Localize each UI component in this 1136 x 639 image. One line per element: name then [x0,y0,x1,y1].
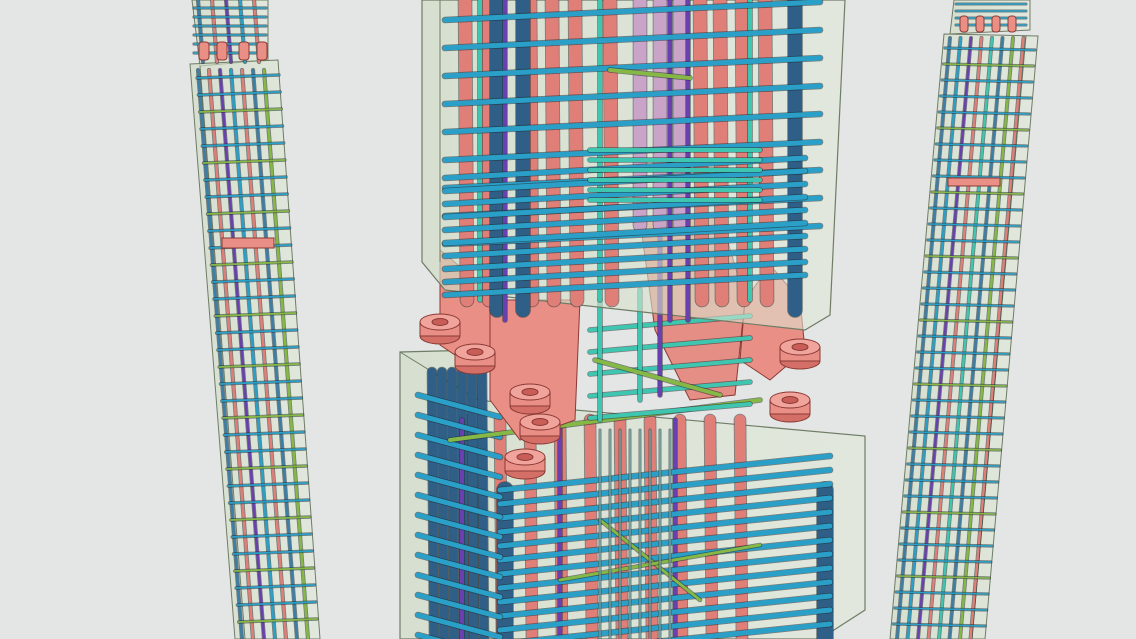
coupler [454,343,496,375]
coupler [504,448,546,480]
stirrup [921,286,1016,292]
stirrup [897,558,993,564]
stirrup [896,574,992,580]
stirrup [911,398,1007,404]
stirrup [923,270,1018,276]
stirrup [898,542,994,548]
stirrup [940,78,1034,84]
stirrup [894,590,990,596]
rebar-3d-scene[interactable] [0,0,1136,639]
stirrup [926,238,1021,244]
center-upper-column[interactable] [421,0,846,331]
stirrup [903,494,998,500]
stirrup [916,350,1011,356]
stirrup [904,478,1000,484]
coupler [769,391,811,423]
stirrup [928,206,1023,212]
coupler [256,41,268,61]
stirrup [927,222,1022,228]
right-column[interactable] [889,0,1039,639]
coupler [519,413,561,445]
coupler [419,313,461,345]
stirrup [930,190,1025,196]
stirrup [906,462,1001,468]
coupler [1007,15,1017,33]
stirrup [587,401,753,421]
stirrup [920,302,1015,308]
stirrup [937,110,1032,116]
stirrup [936,126,1030,132]
coupler [975,15,985,33]
coupler [991,15,1001,33]
model-viewport[interactable] [0,0,1136,639]
coupler [959,15,969,33]
stirrup [907,446,1003,452]
stirrup [908,430,1004,436]
coupler [947,177,1001,187]
stirrup [914,366,1009,372]
stirrup [934,142,1029,148]
left-column[interactable] [189,0,321,639]
stirrup [910,414,1005,420]
stirrup [917,334,1012,340]
coupler [779,338,821,370]
stirrup [939,94,1033,100]
coupler [216,41,228,61]
stirrup [900,526,996,532]
coupler [221,237,275,249]
stirrup [933,158,1027,164]
coupler [238,41,250,61]
stirrup [891,622,987,628]
coupler [198,41,210,61]
stirrup [924,254,1019,260]
stirrup [913,382,1008,388]
stirrup [943,46,1037,52]
stirrup [901,510,997,516]
stirrup [918,318,1014,324]
vertical-rebar [757,0,775,308]
stirrup [941,62,1036,68]
stirrup [893,606,989,612]
coupler [509,383,551,415]
